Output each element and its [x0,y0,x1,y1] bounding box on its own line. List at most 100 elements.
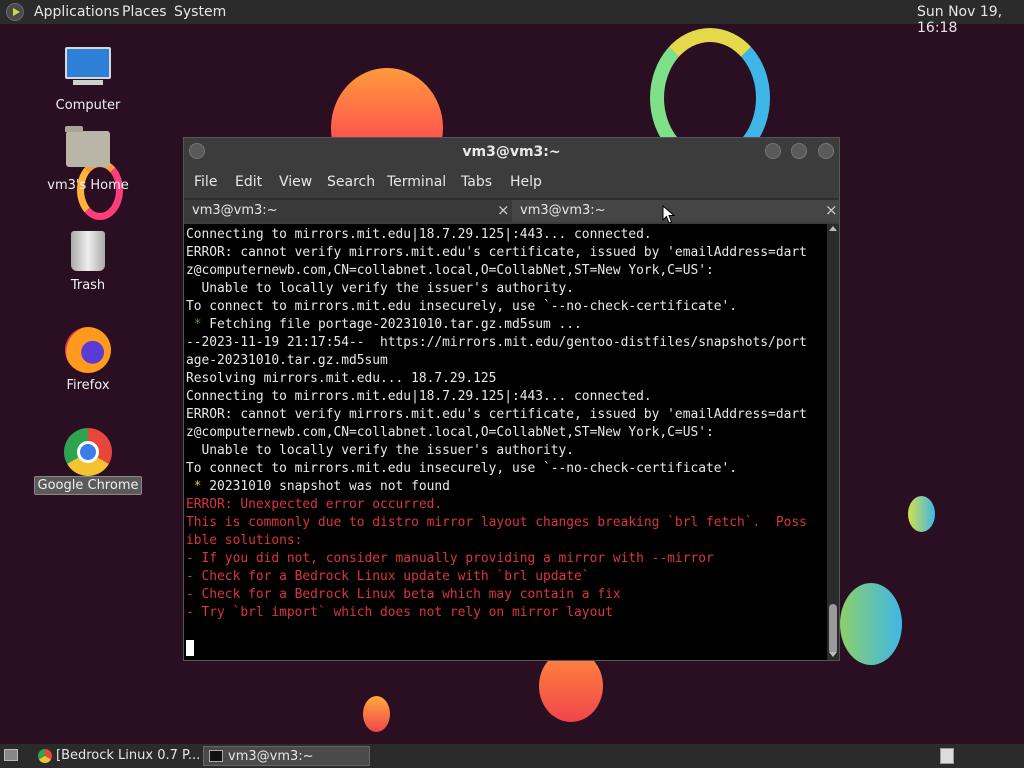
terminal-line-text: 20231010 snapshot was not found [209,479,450,494]
terminal-line-text: age-20231010.tar.gz.md5sum [186,353,388,368]
scroll-down-icon[interactable] [829,652,837,657]
terminal-line-text: Fetching file portage-20231010.tar.gz.md… [209,317,582,332]
title-bar[interactable]: vm3@vm3:~ [184,138,839,166]
desktop-icon-label: Computer [55,98,121,113]
terminal-icon [209,750,223,762]
terminal-line: ible solutions: [186,532,807,550]
desktop-icon-label: Trash [70,278,106,293]
computer-icon [65,47,111,85]
terminal-line: - If you did not, consider manually prov… [186,550,807,568]
terminal-line: * Fetching file portage-20231010.tar.gz.… [186,316,807,334]
terminal-line: To connect to mirrors.mit.edu insecurely… [186,298,807,316]
tab-close-icon[interactable]: × [497,201,510,219]
terminal-line: --2023-11-19 21:17:54-- https://mirrors.… [186,334,807,352]
desktop-icon-label: vm3's Home [47,178,129,193]
menu-search[interactable]: Search [327,174,375,190]
menu-system[interactable]: System [174,4,226,20]
terminal-line-text: To connect to mirrors.mit.edu insecurely… [186,461,738,476]
desktop-icon-label: Firefox [66,378,110,393]
terminal-line-text: Unable to locally verify the issuer's au… [186,281,575,296]
chrome-icon [38,749,52,763]
desktop-icon-label: Google Chrome [33,476,143,495]
terminal-bullet: * [186,317,210,332]
terminal-line-text: z@computernewb.com,CN=collabnet.local,O=… [186,425,714,440]
scrollbar[interactable] [827,224,839,660]
terminal-line: Unable to locally verify the issuer's au… [186,280,807,298]
maximize-button[interactable] [791,143,807,159]
wallpaper-blob [363,696,390,732]
terminal-line: ERROR: Unexpected error occurred. [186,496,807,514]
applications-menu-icon[interactable] [6,3,24,21]
terminal-line: ERROR: cannot verify mirrors.mit.edu's c… [186,244,807,262]
firefox-icon [65,327,111,373]
top-panel: Applications Places System Sun Nov 19, 1… [0,0,1024,36]
menu-view[interactable]: View [279,174,312,190]
terminal-line-text: Unable to locally verify the issuer's au… [186,443,575,458]
terminal-line: Connecting to mirrors.mit.edu|18.7.29.12… [186,388,807,406]
taskbar-item-browser[interactable]: [Bedrock Linux 0.7 P... [32,746,200,766]
terminal-line: z@computernewb.com,CN=collabnet.local,O=… [186,424,807,442]
menu-applications[interactable]: Applications [34,4,120,20]
terminal-line-text: Connecting to mirrors.mit.edu|18.7.29.12… [186,389,652,404]
wallpaper-blob [840,583,902,665]
menu-terminal[interactable]: Terminal [387,174,446,190]
terminal-line-text: ERROR: cannot verify mirrors.mit.edu's c… [186,407,807,422]
terminal-line: - Check for a Bedrock Linux beta which m… [186,586,807,604]
menu-tabs[interactable]: Tabs [461,174,492,190]
terminal-line-text: This is commonly due to distro mirror la… [186,515,807,530]
tab-terminal-1[interactable]: vm3@vm3:~ × [184,200,512,222]
terminal-line-text: - Try `brl import` which does not rely o… [186,605,613,620]
menu-bar: File Edit View Search Terminal Tabs Help [184,168,839,196]
workspace-switcher[interactable] [940,748,954,764]
terminal-line-text: Resolving mirrors.mit.edu... 18.7.29.125 [186,371,497,386]
scroll-up-icon[interactable] [829,226,837,231]
bottom-panel: [Bedrock Linux 0.7 P... vm3@vm3:~ [0,744,1024,768]
home-folder-icon [65,126,110,167]
tab-label: vm3@vm3:~ [520,203,606,218]
terminal-bullet: * [186,479,210,494]
terminal-line-text: Connecting to mirrors.mit.edu|18.7.29.12… [186,227,652,242]
text-cursor [186,640,194,656]
menu-help[interactable]: Help [510,174,542,190]
terminal-window[interactable]: vm3@vm3:~ File Edit View Search Terminal… [183,137,840,661]
tab-close-icon[interactable]: × [825,201,838,219]
minimize-button[interactable] [765,143,781,159]
menu-edit[interactable]: Edit [235,174,262,190]
terminal-line-text: - Check for a Bedrock Linux update with … [186,569,590,584]
terminal-line-text: --2023-11-19 21:17:54-- https://mirrors.… [186,335,807,350]
terminal-line: z@computernewb.com,CN=collabnet.local,O=… [186,262,807,280]
terminal-line-text: - If you did not, consider manually prov… [186,551,714,566]
terminal-line: - Try `brl import` which does not rely o… [186,604,807,622]
terminal-line: Resolving mirrors.mit.edu... 18.7.29.125 [186,370,807,388]
terminal-line: Unable to locally verify the issuer's au… [186,442,807,460]
terminal-line: * 20231010 snapshot was not found [186,478,807,496]
menu-file[interactable]: File [194,174,217,190]
taskbar-item-terminal[interactable]: vm3@vm3:~ [203,746,370,766]
close-button[interactable] [818,143,834,159]
terminal-line: Connecting to mirrors.mit.edu|18.7.29.12… [186,226,807,244]
terminal-line-text: - Check for a Bedrock Linux beta which m… [186,587,621,602]
tab-label: vm3@vm3:~ [192,203,278,218]
trash-icon [71,231,105,271]
wallpaper-blob [908,496,935,532]
taskbar-item-label: [Bedrock Linux 0.7 P... [56,748,201,763]
terminal-line: ERROR: cannot verify mirrors.mit.edu's c… [186,406,807,424]
show-desktop-icon[interactable] [4,749,18,761]
window-title: vm3@vm3:~ [462,144,561,160]
clock[interactable]: Sun Nov 19, 16:18 [917,4,1024,36]
terminal-output[interactable]: Connecting to mirrors.mit.edu|18.7.29.12… [184,224,827,660]
taskbar-item-label: vm3@vm3:~ [228,749,314,764]
terminal-line: To connect to mirrors.mit.edu insecurely… [186,460,807,478]
scrollbar-thumb[interactable] [829,604,837,654]
chrome-icon [64,428,112,476]
terminal-line: - Check for a Bedrock Linux update with … [186,568,807,586]
terminal-line-text: ible solutions: [186,533,303,548]
terminal-line: age-20231010.tar.gz.md5sum [186,352,807,370]
terminal-line-text: ERROR: cannot verify mirrors.mit.edu's c… [186,245,807,260]
terminal-line-text: z@computernewb.com,CN=collabnet.local,O=… [186,263,714,278]
tab-bar: vm3@vm3:~ × vm3@vm3:~ × [184,198,839,222]
terminal-line-text: To connect to mirrors.mit.edu insecurely… [186,299,738,314]
terminal-line: This is commonly due to distro mirror la… [186,514,807,532]
terminal-line-text: ERROR: Unexpected error occurred. [186,497,443,512]
menu-places[interactable]: Places [122,4,167,20]
